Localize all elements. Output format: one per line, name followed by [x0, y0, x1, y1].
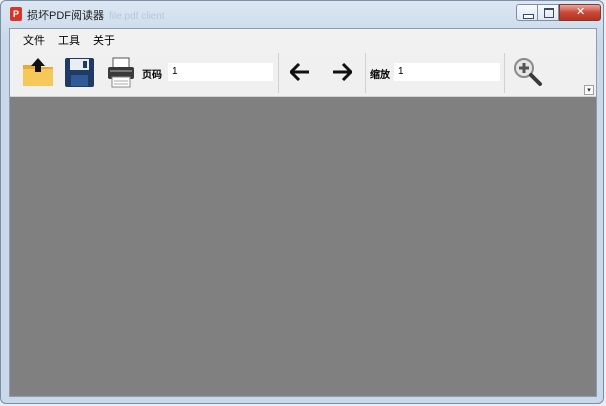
- toolbar-overflow-icon[interactable]: ▾: [584, 85, 594, 95]
- menu-about[interactable]: 关于: [93, 32, 115, 48]
- save-icon[interactable]: [64, 57, 95, 88]
- open-folder-icon[interactable]: [22, 56, 54, 88]
- title-bar[interactable]: P 损坏PDF阅读器 file.pdf client: [1, 1, 603, 27]
- background-window-title: file.pdf client: [109, 11, 165, 22]
- maximize-button[interactable]: [537, 4, 559, 21]
- toolbar-separator: [278, 53, 279, 93]
- zoom-input[interactable]: [394, 63, 500, 81]
- app-pdf-icon: P: [10, 7, 22, 21]
- minimize-button[interactable]: [516, 4, 538, 21]
- document-viewer[interactable]: [10, 97, 596, 396]
- window-title: 损坏PDF阅读器: [27, 10, 104, 22]
- toolbar-separator: [504, 53, 505, 93]
- page-label: 页码: [142, 70, 162, 81]
- app-window: P 损坏PDF阅读器 file.pdf client 文件 工具 关于: [0, 0, 604, 404]
- page-number-input[interactable]: [168, 63, 273, 81]
- print-icon[interactable]: [106, 57, 136, 89]
- client-area: 文件 工具 关于 页码 1 缩放 1 ▾: [9, 28, 597, 397]
- zoom-label: 缩放: [370, 70, 390, 81]
- arrow-left-icon[interactable]: [290, 63, 310, 81]
- arrow-right-icon[interactable]: [332, 63, 352, 81]
- menu-tools[interactable]: 工具: [58, 32, 80, 48]
- menu-file[interactable]: 文件: [23, 32, 45, 48]
- menu-bar: 文件 工具 关于: [10, 29, 596, 49]
- zoom-in-icon[interactable]: [512, 56, 544, 88]
- toolbar-separator: [365, 53, 366, 93]
- close-button[interactable]: [559, 4, 601, 21]
- toolbar: 页码 缩放 ▾: [10, 49, 596, 97]
